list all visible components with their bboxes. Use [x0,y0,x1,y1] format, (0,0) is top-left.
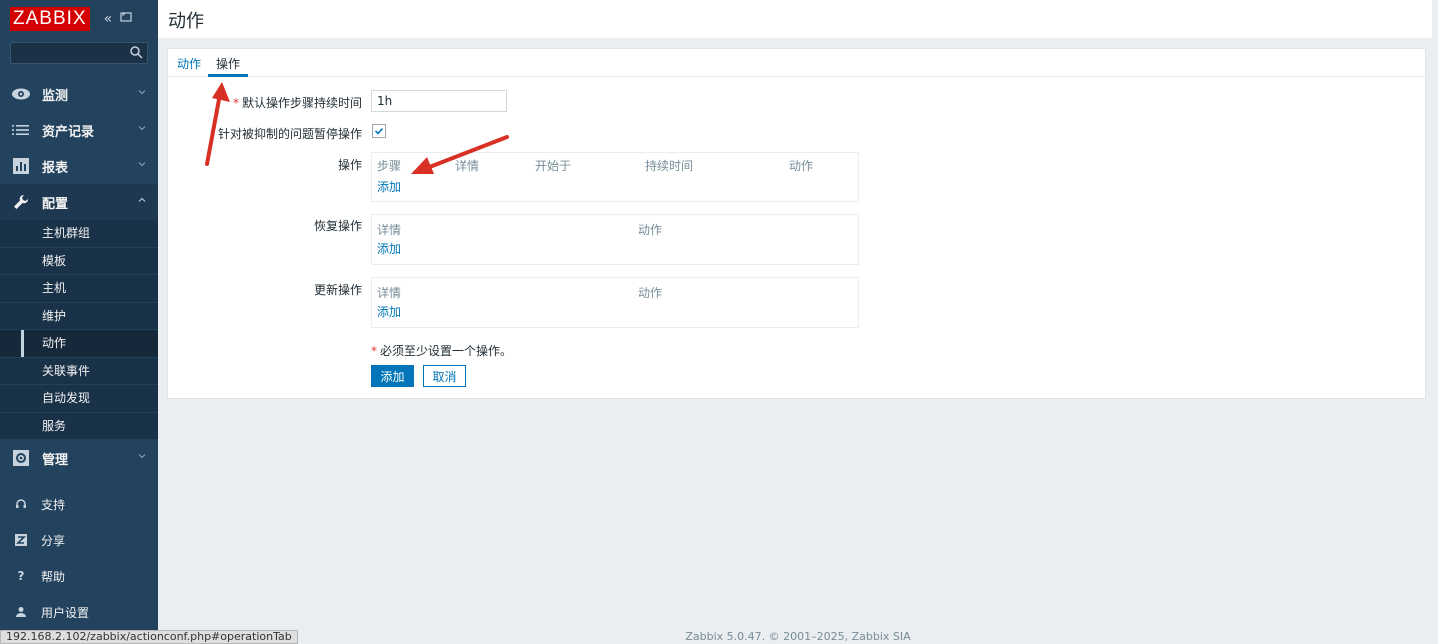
gear-icon [11,449,31,467]
operations-label: 操作 [337,158,362,172]
pause-suppressed-checkbox[interactable] [372,124,386,138]
wrench-icon [11,193,31,211]
sidebar-tools: « [104,11,133,27]
search-icon[interactable] [129,45,143,59]
search-input[interactable] [11,43,147,63]
update-operations-label: 更新操作 [313,283,362,297]
menu-item-share[interactable]: 分享 [0,522,158,558]
chevron-down-icon [138,90,146,95]
menu-item-user-settings[interactable]: 用户设置 [0,594,158,630]
menu-item-help[interactable]: ? 帮助 [0,558,158,594]
requirement-note-text: 必须至少设置一个操作。 [380,344,513,358]
column-header: 持续时间 [645,159,694,173]
submenu-item-actions[interactable]: 动作 [0,330,158,358]
menu-item-reports[interactable]: 报表 [0,148,158,184]
required-marker: * [371,344,377,358]
operations-table: 步骤 详情 开始于 持续时间 动作 添加 [371,152,859,202]
column-header: 动作 [638,223,663,237]
menu-label: 用户设置 [41,605,90,620]
menu-item-monitoring[interactable]: 监测 [0,76,158,112]
column-header: 详情 [377,223,402,237]
pause-suppressed-label: 针对被抑制的问题暂停操作 [217,127,362,141]
submenu-item-hosts[interactable]: 主机 [0,275,158,303]
bar-chart-icon [11,157,31,175]
column-header: 详情 [377,286,402,300]
column-header: 步骤 [377,159,402,173]
chevron-down-icon [138,126,146,131]
help-icon: ? [17,569,25,583]
chevron-down-icon [138,454,146,459]
column-header: 详情 [455,159,480,173]
menu-label: 分享 [41,533,66,548]
menu-item-inventory[interactable]: 资产记录 [0,112,158,148]
share-icon [14,531,28,549]
collapse-sidebar-icon[interactable]: « [104,11,113,27]
update-operations-table: 详情 动作 添加 [371,277,859,328]
menu-label: 资产记录 [42,124,95,140]
chevron-up-icon [138,197,146,202]
active-tab-indicator [208,74,248,77]
tab-bar: 动作 操作 [168,49,1425,77]
cancel-button[interactable]: 取消 [423,365,466,387]
menu-label: 管理 [42,452,69,468]
window-edge [1432,0,1438,644]
eye-icon [11,85,31,103]
submenu-item-templates[interactable]: 模板 [0,248,158,275]
add-update-operation-link[interactable]: 添加 [377,303,401,320]
kiosk-mode-icon[interactable] [120,11,132,27]
page-title: 动作 [168,11,204,32]
column-header: 开始于 [535,159,572,173]
menu-label: 帮助 [41,569,66,584]
tab-action[interactable]: 动作 [177,55,201,72]
submenu-item-services[interactable]: 服务 [0,413,158,440]
bottom-menu: 支持 分享 ? 帮助 用户设置 [0,486,158,630]
column-header: 动作 [638,286,663,300]
footer: Zabbix 5.0.47. © 2001–2025, Zabbix SIA [685,630,911,643]
submenu-item-host-groups[interactable]: 主机群组 [0,220,158,248]
checkmark-icon [374,127,384,135]
add-button[interactable]: 添加 [371,365,414,387]
menu-item-support[interactable]: 支持 [0,486,158,522]
sidebar: ZABBIX « 监测 资产记录 报表 配置 主机群组 模板 主机 维护 动作 … [0,0,158,644]
menu-label: 配置 [42,196,69,212]
submenu-item-event-correlation[interactable]: 关联事件 [0,358,158,385]
add-recovery-operation-link[interactable]: 添加 [377,240,401,257]
default-step-duration-input[interactable] [371,90,507,112]
action-form-card: 动作 操作 *默认操作步骤持续时间 针对被抑制的问题暂停操作 操作 步骤 详情 … [167,48,1426,399]
main-menu: 监测 资产记录 报表 配置 主机群组 模板 主机 维护 动作 关联事件 自动发现… [0,76,158,476]
menu-item-configuration[interactable]: 配置 [0,184,158,220]
list-icon [11,121,31,139]
recovery-operations-table: 详情 动作 添加 [371,214,859,265]
sidebar-search [10,42,148,64]
logo-row: ZABBIX « [0,0,158,38]
menu-label: 报表 [42,160,69,176]
menu-label: 支持 [41,497,66,512]
menu-label: 监测 [42,88,69,104]
menu-item-administration[interactable]: 管理 [0,440,158,476]
default-step-duration-text: 默认操作步骤持续时间 [241,96,362,110]
header-bar [158,0,1438,38]
submenu-item-discovery[interactable]: 自动发现 [0,385,158,413]
zabbix-logo[interactable]: ZABBIX [10,7,90,31]
required-marker: * [232,96,239,110]
submenu-item-maintenance[interactable]: 维护 [0,303,158,330]
recovery-operations-label: 恢复操作 [313,219,362,233]
column-header: 动作 [789,159,814,173]
user-icon [14,603,28,621]
tab-operations[interactable]: 操作 [216,55,240,72]
add-operation-link[interactable]: 添加 [377,178,401,195]
chevron-down-icon [138,162,146,167]
configuration-submenu: 主机群组 模板 主机 维护 动作 关联事件 自动发现 服务 [0,220,158,440]
status-bar-url: 192.168.2.102/zabbix/actionconf.php#oper… [0,630,298,644]
headset-icon [14,495,28,513]
requirement-note: * 必须至少设置一个操作。 [371,342,512,359]
default-step-duration-label: * 默认操作步骤持续时间 [233,94,362,111]
